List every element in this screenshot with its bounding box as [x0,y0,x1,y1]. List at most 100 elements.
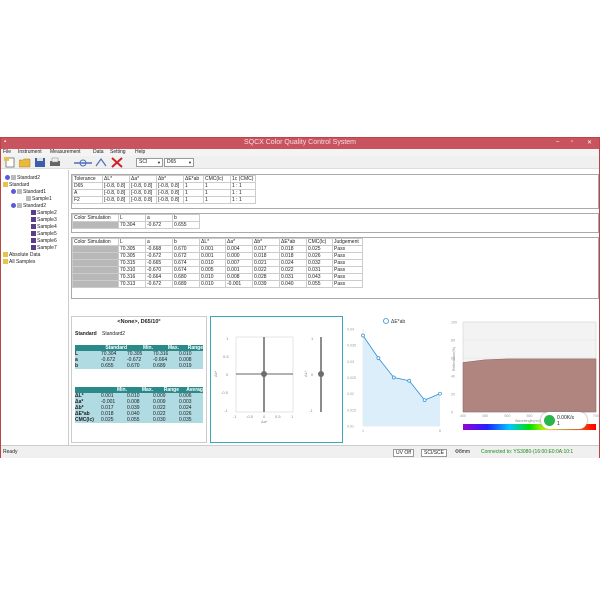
tree-item-sample6[interactable]: Sample6 [31,238,57,244]
cell: 0.670 [172,245,200,253]
print-icon[interactable] [49,157,61,168]
reflectance-area [462,358,597,413]
column-header: L [118,238,146,246]
menu-setting[interactable]: Setting [110,149,126,155]
menu-help[interactable]: Help [135,149,145,155]
network-widget[interactable]: 0.00K/s 1 [541,412,587,429]
sci-sce-select[interactable]: SCI/SCE [421,449,448,457]
save-icon[interactable] [34,157,46,168]
mode-select[interactable]: SCI ▼ [136,158,163,167]
tree-item-standard2[interactable]: Standard2 [11,203,46,209]
tree-item-sample5[interactable]: Sample5 [31,231,57,237]
cell: 1 : 1 [230,189,256,197]
illuminant-select[interactable]: D65 ▼ [164,158,194,167]
column-header: Color Simulation [72,214,119,222]
cell: 70.315 [118,259,146,267]
cell: -0.672 [145,280,173,288]
dl-axis-label: ΔL* [303,370,308,377]
cell: b [75,363,101,369]
table-row[interactable]: 70.304 -0.672 0.655 [72,221,200,229]
menu-data[interactable]: Data [93,149,104,155]
calibrate-icon[interactable] [73,157,93,168]
x-axis-label: Wavelength(nm) [515,419,541,423]
cell: 0.010 [199,259,226,267]
x-tick-label: 700 [593,414,599,418]
chevron-down-icon: ▼ [157,160,161,165]
close-button[interactable]: ✕ [587,139,592,146]
menu-instrument[interactable]: Instrument [18,149,42,155]
maximize-button[interactable]: ▫ [571,139,573,145]
cell: Pass [332,280,363,288]
table-row[interactable]: 70.310 -0.670 0.674 0.005 0.001 0.022 0.022 0.0… [72,266,363,274]
data-point [376,356,381,360]
cell: 1 [203,182,231,190]
cell: 0.028 [252,273,280,281]
status-ready: Ready [3,449,18,455]
tick-label: -1 [224,408,228,413]
cell: 0.039 [252,280,280,288]
tree-item-standard1[interactable]: Standard1 [11,189,46,195]
menu-measurement[interactable]: Measurement [50,149,81,155]
cell: 0.008 [225,273,253,281]
new-file-icon[interactable] [4,157,16,168]
open-folder-icon[interactable] [19,157,31,168]
tree-item-standard2-top[interactable]: Standard2 [5,175,40,181]
cell: 0.030 [153,417,179,423]
column-header: b [172,238,200,246]
table-row[interactable]: D65 [-0.8, 0.8] [-0.8, 0.8] [-0.8, 0.8] 1 1 1 … [72,182,256,190]
tree-item-sample2[interactable]: Sample2 [31,210,57,216]
measure-icon[interactable] [95,157,107,168]
uv-select[interactable]: UV Off [393,449,414,457]
table-row: b 0.655 0.670 0.689 0.019 [75,363,203,369]
y-tick-label: 0 [451,411,453,415]
table-row[interactable]: 70.305 -0.668 0.670 0.001 0.004 0.017 0.018 0.0… [72,245,363,253]
tree-item-sample7[interactable]: Sample7 [31,245,57,251]
cell: 0.040 [279,280,307,288]
cell: 0.018 [279,245,307,253]
table-header-row: Color Simulation L a b [72,214,200,222]
cell: -0.672 [145,252,173,260]
column-header: 1c (CMC) [230,175,256,183]
tick-label: 1 [291,414,294,419]
sample-tree: Standard2 Standard Standard1 Sample1 Sta… [1,170,69,445]
cell: 0.026 [306,252,333,260]
table-row[interactable]: 70.316 -0.664 0.680 0.010 0.008 0.028 0.031 0.0… [72,273,363,281]
tree-item-all-samples[interactable]: All Samples [3,259,35,265]
cell: 0.010 [199,280,226,288]
minimize-button[interactable]: – [556,139,559,145]
menu-file[interactable]: File [3,149,11,155]
cell: [-0.8, 0.8] [102,196,130,204]
cell: 0.022 [252,266,280,274]
tree-item-standard[interactable]: Standard [3,182,29,188]
cell: 0.005 [199,266,226,274]
y-tick-label: 80 [451,339,455,343]
cell: 0.055 [127,417,153,423]
cell: 70.310 [118,266,146,274]
cell: 70.305 [118,245,146,253]
scatter-panel: 1 0.5 0 -0.5 -1 -1 -0.5 0 0.5 1 Δa* Δb* … [210,316,343,443]
table-row[interactable]: F2 [-0.8, 0.8] [-0.8, 0.8] [-0.8, 0.8] 1 1 1 :… [72,196,256,204]
color-swatch [72,245,119,253]
tree-item-sample4[interactable]: Sample4 [31,224,57,230]
spectrum-panel: 100806040200400450500550600650700Reflect… [449,316,599,443]
tick-label: -1 [309,408,313,413]
tree-item-sample1[interactable]: Sample1 [26,196,52,202]
cell: [-0.8, 0.8] [102,182,130,190]
cell: 1 [183,189,204,197]
cell: 0.018 [252,252,280,260]
stats-table-lab: Standard Min. Max. Range L 70.304 70.305 70.31… [75,345,203,369]
delete-icon[interactable] [111,157,123,168]
table-row[interactable]: 70.313 -0.672 0.689 0.010 -0.001 0.039 0.040 0.… [72,280,363,288]
tree-item-sample3[interactable]: Sample3 [31,217,57,223]
table-row[interactable]: 70.315 -0.665 0.674 0.010 0.007 0.021 0.024 0.0… [72,259,363,267]
delta-ab-plot: 1 0.5 0 -0.5 -1 -1 -0.5 0 0.5 1 Δa* Δb* … [213,336,324,424]
menu-bar: File Instrument Measurement Data Setting… [1,149,599,156]
table-row[interactable]: 70.305 -0.672 0.672 0.001 0.000 0.018 0.018 0.0… [72,252,363,260]
cell: [-0.8, 0.8] [156,196,184,204]
table-row[interactable]: A [-0.8, 0.8] [-0.8, 0.8] [-0.8, 0.8] 1 1 1 : … [72,189,256,197]
cell: 0.689 [172,280,200,288]
tree-item-absolute-data[interactable]: Absolute Data [3,252,40,258]
y-tick-label: 0.04 [347,328,354,332]
x-tick-label: 6 [439,429,441,433]
cell: Pass [332,273,363,281]
